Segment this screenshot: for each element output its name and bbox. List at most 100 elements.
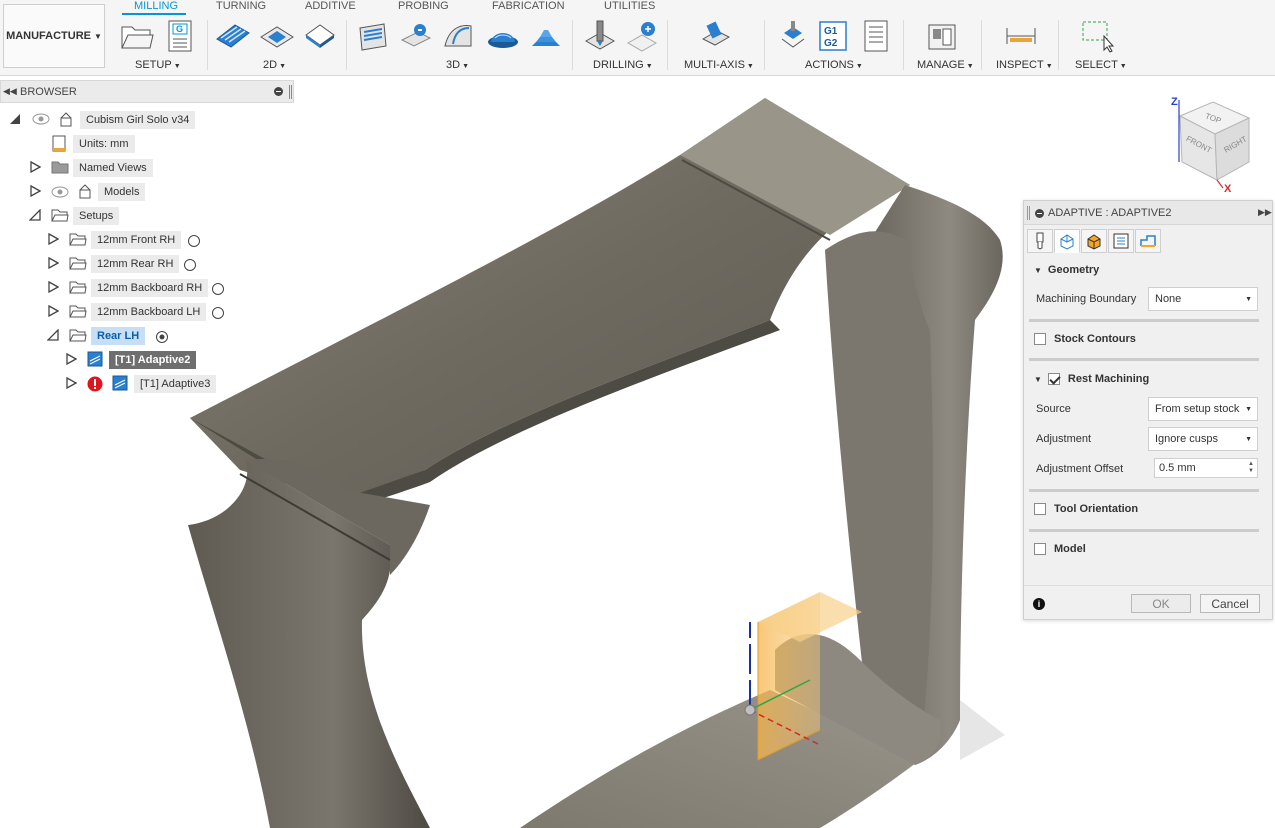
dialog-drag-handle[interactable]: [1027, 206, 1030, 220]
viewcube[interactable]: TOP FRONT RIGHT Z X: [1165, 96, 1260, 196]
dialog-expand-icon[interactable]: ▶▶: [1258, 207, 1272, 218]
setups-label[interactable]: Setups: [73, 207, 120, 225]
post-process-icon[interactable]: G1 G2: [815, 18, 851, 54]
simulate-icon[interactable]: [775, 18, 811, 54]
expand-setup-icon[interactable]: [47, 280, 61, 295]
ok-button[interactable]: OK: [1131, 594, 1191, 613]
stock-contours-checkbox[interactable]: [1034, 333, 1046, 345]
2d-pocket-icon[interactable]: [259, 18, 295, 54]
setup-item[interactable]: 12mm Backboard LH: [91, 303, 207, 321]
expand-operation-icon[interactable]: [65, 352, 79, 367]
expand-models-icon[interactable]: [29, 184, 43, 199]
tab-turning[interactable]: TURNING: [216, 0, 266, 12]
manage-group-menu[interactable]: MANAGE ▼: [917, 59, 974, 71]
source-select[interactable]: From setup stock ▼: [1148, 397, 1258, 421]
tab-utilities[interactable]: UTILITIES: [604, 0, 655, 12]
active-setup-radio-icon[interactable]: [155, 330, 169, 347]
3d-adaptive-icon[interactable]: [355, 18, 391, 54]
dialog-minimize-icon[interactable]: [1035, 209, 1044, 218]
machining-boundary-select[interactable]: None ▼: [1148, 287, 1258, 311]
model-section[interactable]: Model: [1034, 543, 1086, 555]
drag-handle[interactable]: [289, 85, 292, 99]
collapse-browser-icon[interactable]: ◀◀: [3, 86, 17, 97]
actions-group-menu[interactable]: ACTIONS ▼: [805, 59, 863, 71]
minimize-icon[interactable]: [274, 87, 283, 96]
tab-fabrication[interactable]: FABRICATION: [492, 0, 565, 12]
expand-setup-icon[interactable]: [47, 256, 61, 271]
select-icon[interactable]: [1080, 18, 1116, 54]
rest-machining-checkbox[interactable]: [1047, 373, 1060, 385]
drill-icon[interactable]: [582, 18, 618, 54]
expand-named-views-icon[interactable]: [29, 160, 43, 175]
visibility-eye-icon[interactable]: [32, 113, 50, 128]
hole-recognition-icon[interactable]: [624, 18, 660, 54]
browser-panel: ◀◀ BROWSER Cubism Girl Solo v34 Units: m…: [0, 80, 295, 410]
model-checkbox[interactable]: [1034, 543, 1046, 555]
units-label[interactable]: Units: mm: [73, 135, 135, 153]
3d-group-menu[interactable]: 3D ▼: [446, 59, 469, 71]
activate-setup-icon[interactable]: [211, 282, 225, 299]
tab-additive[interactable]: ADDITIVE: [305, 0, 356, 12]
expand-root-icon[interactable]: [9, 113, 23, 127]
tab-heights-icon[interactable]: [1081, 229, 1107, 253]
2d-adaptive-icon[interactable]: [215, 18, 251, 54]
setup-item[interactable]: 12mm Backboard RH: [91, 279, 209, 297]
select-group-menu[interactable]: SELECT ▼: [1075, 59, 1127, 71]
adjustment-select[interactable]: Ignore cusps ▼: [1148, 427, 1258, 451]
root-component-label[interactable]: Cubism Girl Solo v34: [80, 111, 196, 129]
3d-parallel-icon[interactable]: [441, 18, 477, 54]
tool-orientation-checkbox[interactable]: [1034, 503, 1046, 515]
expand-setups-icon[interactable]: [28, 208, 43, 223]
setup-group-menu[interactable]: SETUP ▼: [135, 59, 181, 71]
tab-linking-icon[interactable]: [1135, 229, 1161, 253]
active-setup-item[interactable]: Rear LH: [91, 327, 146, 345]
adjustment-offset-input[interactable]: 0.5 mm ▲ ▼: [1154, 458, 1258, 478]
named-views-label[interactable]: Named Views: [73, 159, 153, 177]
setup-item[interactable]: 12mm Front RH: [91, 231, 182, 249]
tool-orientation-section[interactable]: Tool Orientation: [1034, 503, 1138, 515]
3d-pocket-icon[interactable]: [398, 18, 434, 54]
expand-operation-icon[interactable]: [65, 376, 79, 391]
tool-library-icon[interactable]: [924, 18, 960, 54]
drilling-group-menu[interactable]: DRILLING ▼: [593, 59, 653, 71]
geometry-section[interactable]: ▼ Geometry: [1034, 264, 1099, 276]
3d-waterline-icon[interactable]: [528, 18, 564, 54]
2d-contour-icon[interactable]: [302, 18, 338, 54]
info-icon[interactable]: i: [1033, 598, 1045, 610]
activate-setup-icon[interactable]: [183, 258, 197, 275]
activate-setup-icon[interactable]: [211, 306, 225, 323]
toolbar-separator: [667, 20, 668, 70]
measure-icon[interactable]: [1003, 18, 1039, 54]
3d-scallop-icon[interactable]: [485, 18, 521, 54]
2d-group-menu[interactable]: 2D ▼: [263, 59, 286, 71]
rest-machining-section[interactable]: ▼ Rest Machining: [1034, 373, 1149, 385]
activate-setup-icon[interactable]: [187, 234, 201, 251]
visibility-eye-icon[interactable]: [51, 186, 69, 201]
rest-machining-collapse-icon[interactable]: ▼: [1034, 375, 1042, 384]
multi-axis-group-menu[interactable]: MULTI-AXIS ▼: [684, 59, 754, 71]
tab-passes-icon[interactable]: [1108, 229, 1134, 253]
new-setup-icon[interactable]: [119, 18, 155, 54]
spinner-arrows-icon[interactable]: ▲ ▼: [1247, 461, 1255, 475]
toolbar-separator: [981, 20, 982, 70]
setup-sheet-icon[interactable]: [858, 18, 894, 54]
tab-milling[interactable]: MILLING: [134, 0, 178, 12]
geometry-collapse-icon[interactable]: ▼: [1034, 266, 1042, 275]
operation-item[interactable]: [T1] Adaptive3: [134, 375, 217, 393]
selected-operation-item[interactable]: [T1] Adaptive2: [109, 351, 197, 369]
inspect-group-menu[interactable]: INSPECT ▼: [996, 59, 1053, 71]
document-settings-icon: [51, 135, 67, 156]
nc-program-icon[interactable]: G: [162, 18, 198, 54]
cancel-button[interactable]: Cancel: [1200, 594, 1260, 613]
multi-axis-icon[interactable]: [697, 18, 733, 54]
workspace-switcher[interactable]: MANUFACTURE ▼: [3, 4, 105, 68]
tab-tool-icon[interactable]: [1027, 229, 1053, 253]
expand-setup-icon[interactable]: [47, 232, 61, 247]
setup-item[interactable]: 12mm Rear RH: [91, 255, 180, 273]
models-label[interactable]: Models: [98, 183, 146, 201]
tab-probing[interactable]: PROBING: [398, 0, 449, 12]
collapse-setup-icon[interactable]: [46, 328, 61, 343]
stock-contours-section[interactable]: Stock Contours: [1034, 333, 1136, 345]
expand-setup-icon[interactable]: [47, 304, 61, 319]
tab-geometry-icon[interactable]: [1054, 229, 1080, 253]
